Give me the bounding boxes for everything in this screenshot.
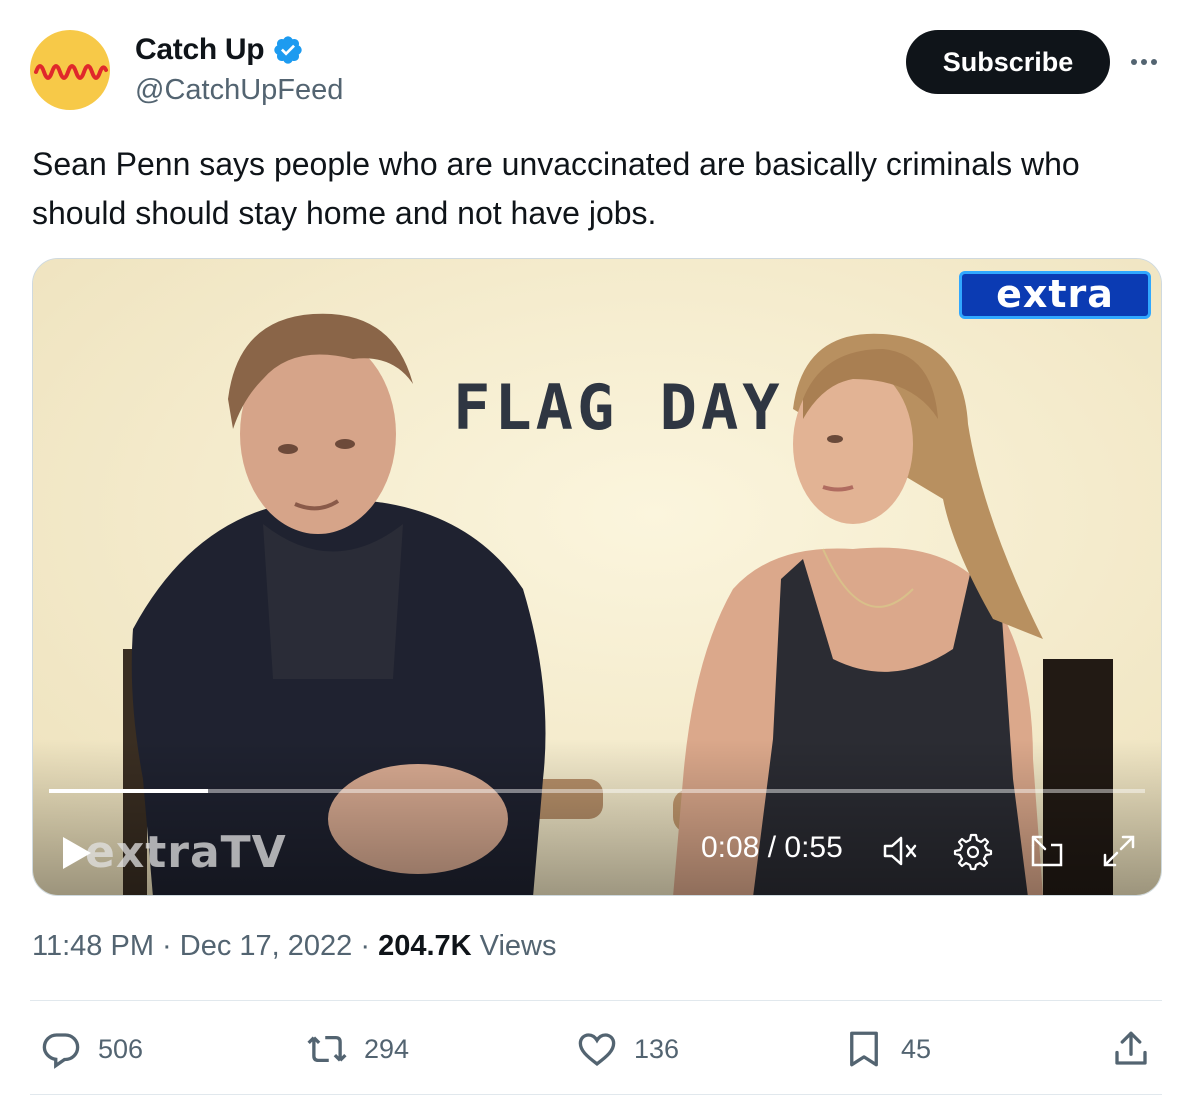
tweet-date[interactable]: Dec 17, 2022	[180, 930, 353, 962]
verified-badge-icon	[274, 36, 302, 64]
reply-count: 506	[98, 1033, 144, 1064]
divider	[30, 1094, 1162, 1095]
views-count: 204.7K	[378, 930, 472, 962]
retweet-button[interactable]: 294	[306, 1028, 409, 1070]
share-button[interactable]	[1110, 1028, 1152, 1070]
extratv-watermark: extraTV	[85, 827, 287, 878]
views-label: Views	[471, 930, 557, 962]
title-card: FLAG DAY	[453, 371, 784, 444]
meta-separator: ·	[153, 930, 180, 962]
like-button[interactable]: 136	[576, 1028, 679, 1070]
avatar[interactable]	[30, 30, 110, 110]
settings-gear-icon[interactable]	[953, 831, 993, 871]
retweet-icon	[307, 1035, 347, 1063]
reply-button[interactable]: 506	[40, 1028, 143, 1070]
catchup-wave-logo-icon	[34, 64, 108, 80]
reply-icon	[42, 1033, 80, 1069]
tweet-time[interactable]: 11:48 PM	[32, 930, 154, 962]
retweet-count: 294	[364, 1033, 410, 1064]
progress-bar[interactable]	[49, 789, 1145, 793]
handle[interactable]: @CatchUpFeed	[135, 74, 343, 107]
meta-separator: ·	[352, 930, 379, 962]
heart-icon	[578, 1033, 616, 1066]
bookmark-button[interactable]: 45	[843, 1028, 931, 1070]
display-name[interactable]: Catch Up	[135, 33, 265, 67]
picture-in-picture-icon[interactable]	[1027, 831, 1067, 871]
video-player[interactable]: extra FLAG DAY extraTV 0:08 / 0:55	[32, 258, 1162, 896]
time-display: 0:08 / 0:55	[701, 831, 843, 864]
like-count: 136	[634, 1033, 680, 1064]
name-row: Catch Up	[135, 33, 304, 67]
share-icon	[1115, 1031, 1147, 1065]
bookmark-count: 45	[901, 1033, 932, 1064]
subscribe-button[interactable]: Subscribe	[906, 30, 1110, 94]
divider	[30, 1000, 1162, 1001]
progress-fill	[49, 789, 208, 793]
bookmark-icon	[850, 1031, 878, 1067]
tweet-header: Catch Up @CatchUpFeed Subscribe	[30, 30, 1162, 114]
extra-overlay-logo: extra	[959, 271, 1151, 319]
more-dots-icon[interactable]	[1126, 46, 1162, 76]
tweet-meta: 11:48 PM · Dec 17, 2022 · 204.7K Views	[32, 930, 556, 963]
fullscreen-icon[interactable]	[1099, 831, 1139, 871]
play-icon[interactable]	[61, 835, 93, 871]
muted-speaker-icon[interactable]	[881, 831, 921, 871]
tweet-text: Sean Penn says people who are unvaccinat…	[32, 146, 1080, 231]
